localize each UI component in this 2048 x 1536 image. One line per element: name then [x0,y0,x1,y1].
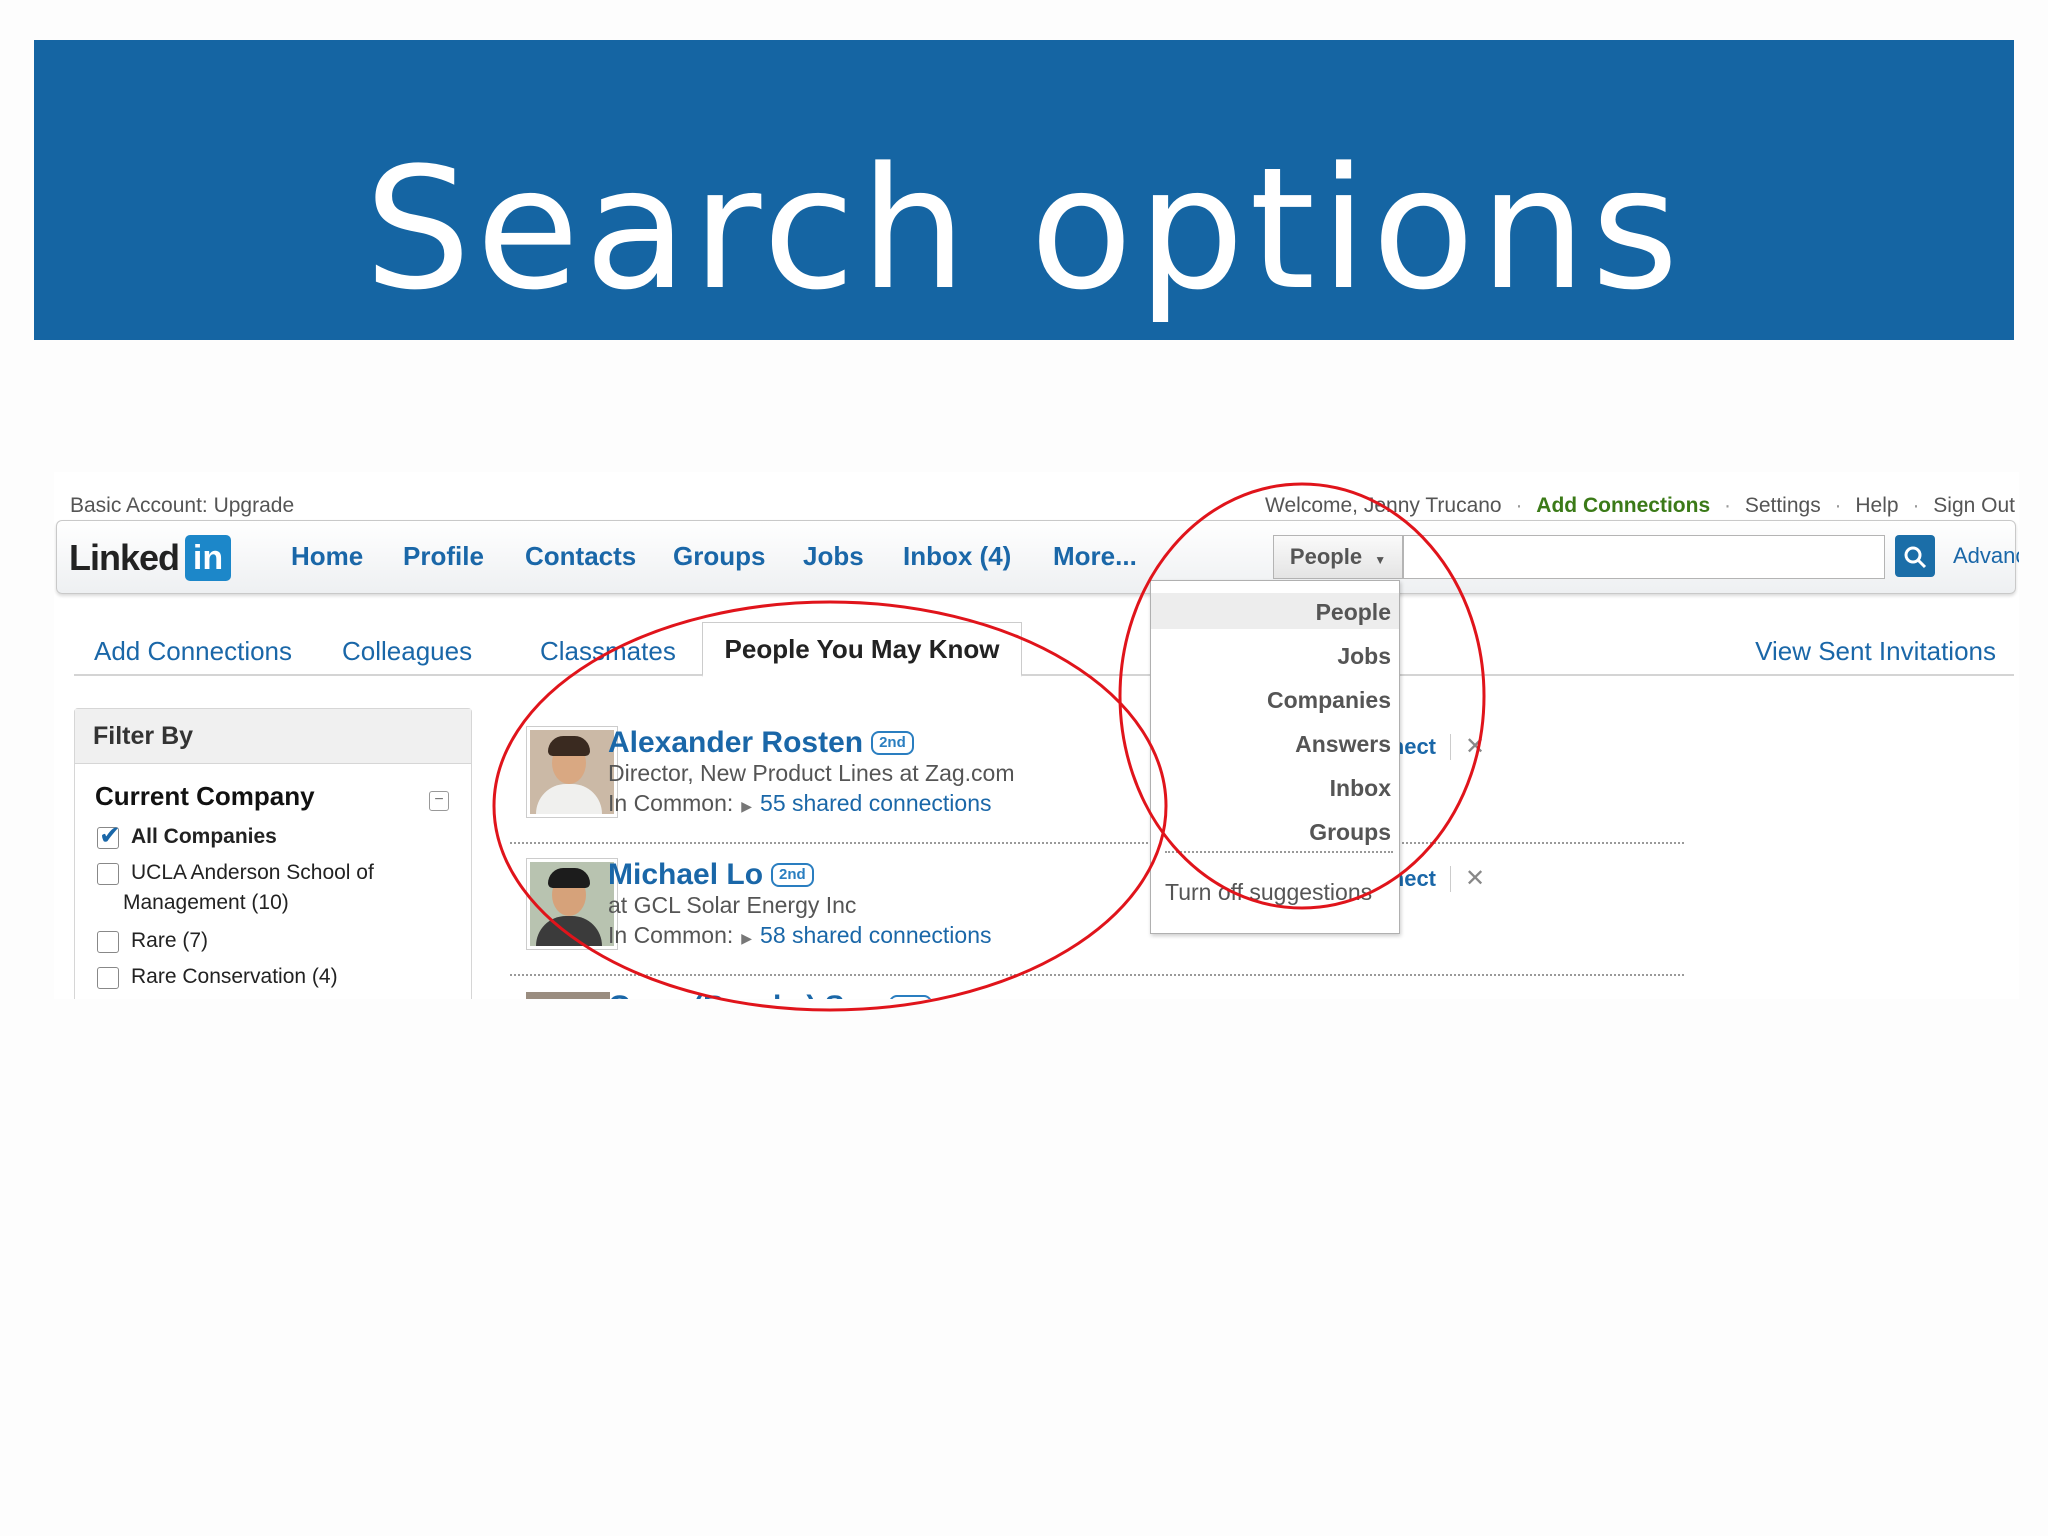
welcome-text: Welcome, Jenny Trucano [1265,494,1502,517]
search-scope-select[interactable]: People ▼ [1273,535,1403,579]
view-sent-invitations-link[interactable]: View Sent Invitations [1755,636,1996,667]
dropdown-item-inbox[interactable]: Inbox [1330,775,1391,802]
person-name-link[interactable]: Gang (Brooks) Sun [608,990,881,999]
shared-connections-link[interactable]: 58 shared connections [760,922,991,948]
dropdown-item-companies[interactable]: Companies [1267,687,1391,714]
checkbox[interactable] [97,863,119,885]
dropdown-item-answers[interactable]: Answers [1295,731,1391,758]
avatar[interactable] [526,858,618,950]
logo-text: Linked [69,537,180,578]
dropdown-item-people[interactable]: People [1316,599,1391,626]
search-button[interactable] [1895,535,1935,577]
nav-more[interactable]: More... [1053,541,1137,572]
filter-title: Filter By [75,709,471,764]
filter-option-rare-conservation[interactable]: Rare Conservation (4) [97,965,338,989]
logo-badge: in [185,535,232,581]
collapse-icon[interactable]: − [429,791,449,811]
top-links-bar: Basic Account: Upgrade Welcome, Jenny Tr… [54,484,2019,517]
help-link[interactable]: Help [1855,494,1898,517]
in-common: In Common: ▶ 55 shared connections [608,790,992,816]
dismiss-x-icon[interactable]: ✕ [1465,732,1485,761]
account-links: Welcome, Jenny Trucano · Add Connections… [1265,494,2015,517]
nav-home[interactable]: Home [291,541,363,572]
person-headline: at GCL Solar Energy Inc [608,892,857,918]
person-card-partial: Gang (Brooks) Sun 2nd + Connect ✕ [510,980,1684,999]
search-scope-value: People [1289,544,1363,569]
triangle-right-icon: ▶ [741,798,753,814]
checkbox[interactable] [97,931,119,953]
nav-inbox[interactable]: Inbox (4) [903,541,1011,572]
degree-badge: 2nd [889,995,933,999]
row-divider [510,842,1684,844]
sign-out-link[interactable]: Sign Out [1933,494,2015,517]
divider [1450,865,1451,892]
filter-option-rare[interactable]: Rare (7) [97,929,208,953]
divider [1450,733,1451,760]
search-icon [1904,546,1927,569]
connections-tabs: Add Connections Colleagues Classmates Pe… [74,622,2014,677]
title-banner: Search options [34,40,2014,340]
turn-off-suggestions-link[interactable]: Turn off suggestions [1165,879,1372,906]
advanced-search-link[interactable]: Advanced [1953,543,2019,569]
in-common: In Common: ▶ 58 shared connections [608,922,992,948]
row-divider [510,974,1684,976]
person-name-link[interactable]: Alexander Rosten [608,726,863,760]
tab-classmates[interactable]: Classmates [540,636,676,667]
tab-add-connections[interactable]: Add Connections [94,636,292,667]
dismiss-x-icon[interactable]: ✕ [1465,998,1485,999]
caret-down-icon: ▼ [1374,553,1387,567]
dropdown-item-jobs[interactable]: Jobs [1337,643,1391,670]
nav-groups[interactable]: Groups [673,541,765,572]
avatar[interactable] [526,992,610,999]
profile-photo [530,730,614,814]
linkedin-screenshot: Basic Account: Upgrade Welcome, Jenny Tr… [54,472,2019,999]
search-input[interactable] [1403,535,1885,579]
triangle-right-icon: ▶ [741,930,753,946]
search-scope-dropdown: People Jobs Companies Answers Inbox Grou… [1150,580,1400,934]
profile-photo [530,862,614,946]
person-name-link[interactable]: Michael Lo [608,858,763,892]
filter-option-all-companies[interactable]: All Companies [97,820,277,851]
tab-people-you-may-know[interactable]: People You May Know [702,622,1022,677]
checkbox[interactable] [97,967,119,989]
nav-contacts[interactable]: Contacts [525,541,636,572]
dropdown-divider [1165,851,1393,853]
filter-option-ucla[interactable]: UCLA Anderson School of Management (10) [97,861,374,915]
dropdown-item-groups[interactable]: Groups [1309,819,1391,846]
degree-badge: 2nd [871,731,914,755]
nav-jobs[interactable]: Jobs [803,541,864,572]
main-navbar: Linked in Home Profile Contacts Groups J… [56,520,2019,594]
slide-title: Search options [364,131,1684,327]
settings-link[interactable]: Settings [1745,494,1821,517]
avatar[interactable] [526,726,618,818]
add-connections-link[interactable]: Add Connections [1536,494,1710,517]
dismiss-x-icon[interactable]: ✕ [1465,864,1485,893]
person-headline: Director, New Product Lines at Zag.com [608,760,1015,786]
tab-colleagues[interactable]: Colleagues [342,636,472,667]
shared-connections-link[interactable]: 55 shared connections [760,790,991,816]
current-company-heading: Current Company [95,781,315,811]
checkbox-checked[interactable] [97,820,121,851]
person-card: Alexander Rosten 2nd Director, New Produ… [510,726,1684,854]
basic-account-link[interactable]: Basic Account: Upgrade [70,494,294,518]
person-card: Michael Lo 2nd at GCL Solar Energy Inc I… [510,858,1684,986]
linkedin-logo[interactable]: Linked in [69,535,232,581]
nav-profile[interactable]: Profile [403,541,484,572]
degree-badge: 2nd [771,863,814,887]
filter-panel: Filter By Current Company − All Companie… [74,708,472,999]
